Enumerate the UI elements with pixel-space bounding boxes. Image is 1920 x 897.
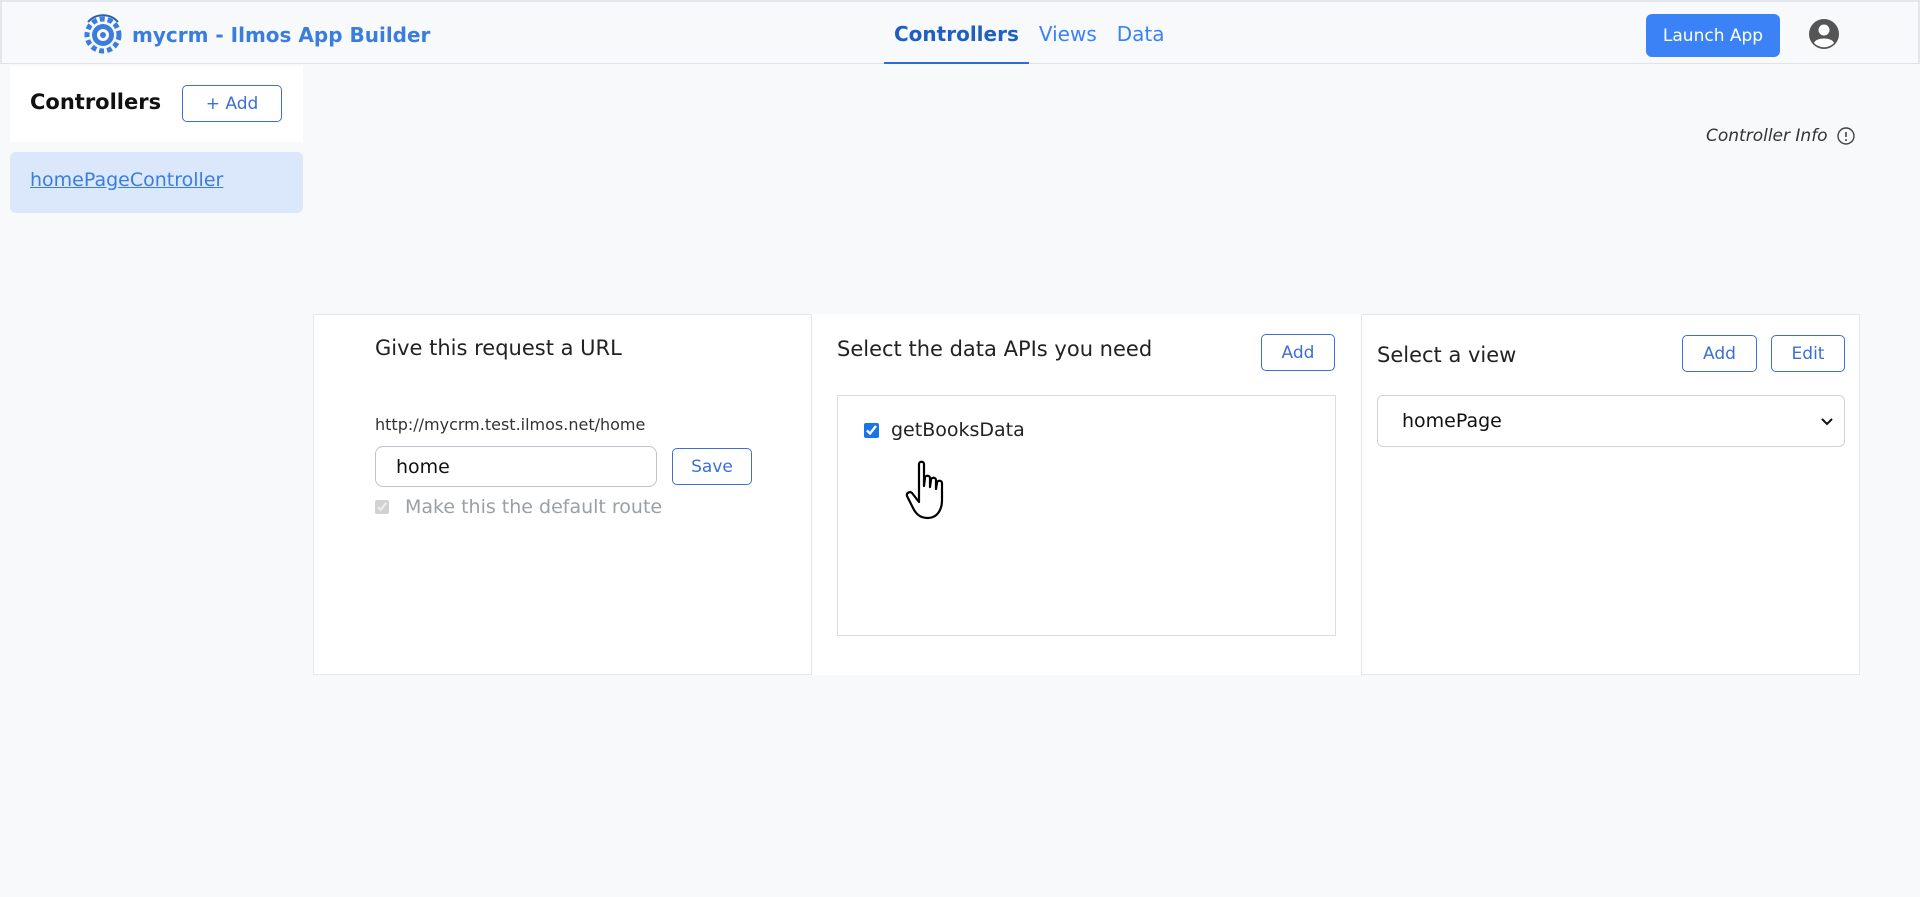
brand-title: mycrm - Ilmos App Builder (132, 23, 431, 47)
tab-controllers[interactable]: Controllers (884, 2, 1029, 64)
default-route-checkbox[interactable] (375, 500, 389, 514)
view-select-value: homePage (1402, 410, 1502, 432)
launch-app-button[interactable]: Launch App (1646, 14, 1780, 57)
main-nav: Controllers Views Data (884, 2, 1175, 64)
api-panel-body: Select the data APIs you need Add getBoo… (812, 314, 1361, 675)
default-route-option[interactable]: Make this the default route (375, 496, 662, 518)
save-button[interactable]: Save (672, 448, 752, 485)
controller-info[interactable]: Controller Info (1706, 126, 1856, 146)
sidebar-title: Controllers (30, 90, 162, 114)
api-item-label: getBooksData (891, 419, 1025, 441)
controller-info-label: Controller Info (1706, 126, 1828, 146)
add-view-button[interactable]: Add (1682, 335, 1757, 372)
api-panel: Select the data APIs you need Add getBoo… (812, 314, 1361, 675)
api-panel-title: Select the data APIs you need (837, 337, 1153, 361)
tab-views[interactable]: Views (1029, 2, 1107, 64)
url-input[interactable] (375, 446, 657, 487)
url-panel-title: Give this request a URL (375, 336, 622, 360)
default-route-label: Make this the default route (405, 496, 663, 518)
tab-data[interactable]: Data (1107, 2, 1175, 64)
sidebar-item-label[interactable]: homePageController (30, 169, 223, 191)
add-api-button[interactable]: Add (1261, 334, 1335, 371)
view-panel: Select a view Add Edit homePage (1361, 314, 1860, 675)
gear-logo-icon (84, 14, 122, 54)
info-icon[interactable] (1836, 126, 1856, 146)
url-panel: Give this request a URL http://mycrm.tes… (313, 314, 812, 675)
url-prefix: http://mycrm.test.ilmos.net/home (375, 415, 646, 434)
add-controller-button[interactable]: + Add (182, 85, 282, 122)
view-select[interactable]: homePage (1377, 395, 1845, 447)
brand[interactable]: mycrm - Ilmos App Builder (82, 14, 430, 56)
list-item[interactable]: getBooksData (864, 419, 1025, 441)
view-panel-title: Select a view (1377, 343, 1517, 367)
api-checkbox[interactable] (864, 422, 879, 438)
chevron-down-icon (1821, 418, 1833, 426)
edit-view-button[interactable]: Edit (1771, 335, 1845, 372)
hand-cursor-icon (905, 460, 944, 520)
sidebar-item-homepagecontroller[interactable]: homePageController (10, 152, 303, 213)
sidebar-header: Controllers + Add (10, 66, 303, 142)
user-circle-icon[interactable] (1808, 18, 1840, 50)
top-navbar: mycrm - Ilmos App Builder Controllers Vi… (0, 0, 1920, 64)
